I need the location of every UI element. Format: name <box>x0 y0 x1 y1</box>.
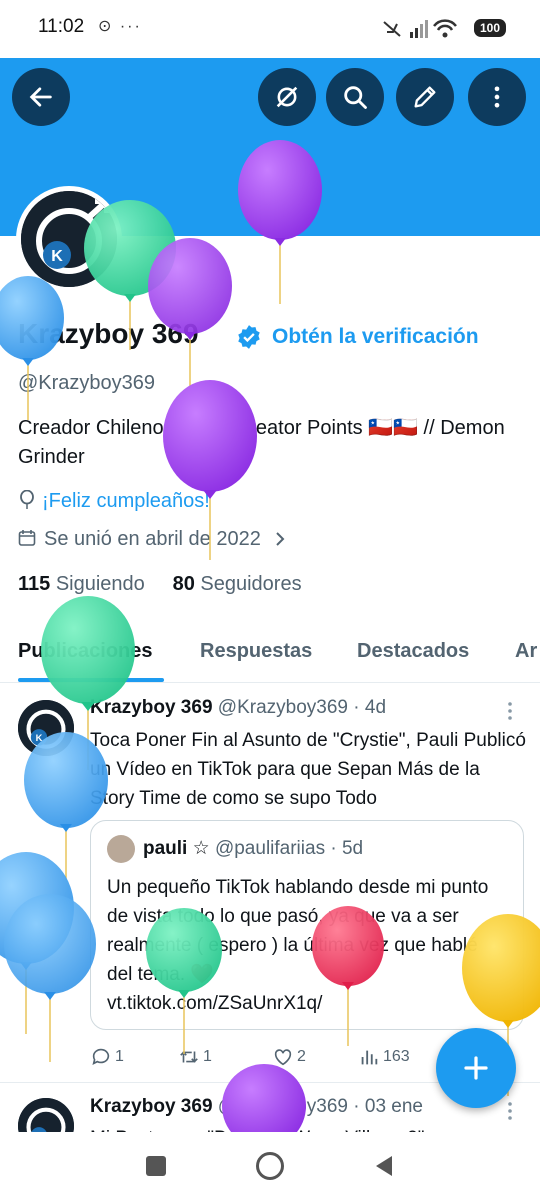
followers-link[interactable]: 80 Seguidores <box>173 573 302 595</box>
balloon-icon <box>4 894 96 1062</box>
home-button[interactable] <box>256 1152 284 1180</box>
balloon-icon <box>20 489 34 509</box>
chevron-right-icon <box>276 532 285 546</box>
signal-wifi-icons <box>383 19 457 38</box>
search-icon <box>344 86 367 109</box>
system-nav-bar <box>0 1132 540 1200</box>
avatar-logo-icon: K <box>21 191 117 287</box>
reply-count: 1 <box>115 1048 124 1065</box>
following-count: 115 <box>18 573 51 595</box>
edit-icon <box>414 86 436 108</box>
calendar-icon <box>18 530 36 546</box>
back-nav-icon[interactable] <box>372 1154 394 1178</box>
more-icon <box>494 86 500 108</box>
quote-meta: @paulifariias · 5d <box>214 838 364 859</box>
views-button[interactable]: 163 <box>358 1046 410 1068</box>
tab-publicaciones[interactable]: Publicaciones <box>18 640 153 663</box>
quoted-tweet[interactable]: pauli ☆ @paulifariias · 5d Un pequeño Ti… <box>90 820 524 1030</box>
profile-avatar[interactable]: K <box>16 186 122 292</box>
status-bar: 11:02 ⊙ ··· 100 <box>0 0 540 58</box>
quote-link[interactable]: vt.tiktok.com/ZSaUnrX1q/ <box>107 989 322 1018</box>
tweet-meta: @Krazyboy369 · 03 ene <box>217 1096 423 1117</box>
birthday-text: ¡Feliz cumpleaños! <box>42 490 210 512</box>
quote-author: pauli <box>143 838 188 859</box>
recents-button[interactable] <box>146 1156 166 1176</box>
birthday-row: ¡Feliz cumpleaños! <box>18 489 210 513</box>
tweet-author[interactable]: Krazyboy 369 <box>90 1096 213 1117</box>
like-count: 2 <box>297 1048 306 1065</box>
tab-respuestas[interactable]: Respuestas <box>200 640 312 663</box>
active-tab-indicator <box>18 678 164 682</box>
tweet-header: Krazyboy 369 @Krazyboy369 · 4d <box>90 697 386 719</box>
followers-count: 80 <box>172 573 195 595</box>
edit-button[interactable] <box>396 68 454 126</box>
tab-destacados[interactable]: Destacados <box>357 640 469 663</box>
followers-label: Seguidores <box>200 573 302 595</box>
tweet-more-icon[interactable] <box>504 1100 516 1122</box>
quote-avatar <box>107 835 135 863</box>
battery-indicator: 100 <box>473 19 506 37</box>
compose-button[interactable] <box>436 1028 516 1108</box>
status-notification-icons: ⊙ ··· <box>98 18 142 35</box>
profile-bio: Creador Chileno con 29 Creator Points 🇨🇱… <box>18 417 505 468</box>
svg-text:K: K <box>51 248 63 265</box>
tweet-author[interactable]: Krazyboy 369 <box>90 697 213 718</box>
reply-icon <box>92 1048 110 1065</box>
get-verified-link[interactable]: Obtén la verificación <box>272 325 479 349</box>
retweet-button[interactable]: 1 <box>178 1046 212 1068</box>
plus-icon <box>464 1056 488 1080</box>
views-icon <box>361 1050 378 1065</box>
profile-tabs: Publicaciones Respuestas Destacados Ar <box>0 630 540 683</box>
retweet-count: 1 <box>203 1048 212 1065</box>
tab-articulos[interactable]: Ar <box>515 640 537 663</box>
no-sync-icon <box>276 86 298 108</box>
tweet-text: Toca Poner Fin al Asunto de "Crystie", P… <box>90 730 526 809</box>
profile-name: Krazyboy 369 <box>18 318 199 349</box>
svg-text:K: K <box>36 733 43 743</box>
like-button[interactable]: 2 <box>272 1046 306 1068</box>
verified-badge-icon[interactable] <box>236 324 262 350</box>
search-button[interactable] <box>326 68 384 126</box>
follow-stats: 115 Siguiendo 80 Seguidores <box>18 573 302 596</box>
back-arrow-icon <box>29 87 52 107</box>
joined-row[interactable]: Se unió en abril de 2022 <box>18 528 286 551</box>
views-count: 163 <box>383 1048 410 1065</box>
quote-text: Un pequeño TikTok hablando desde mi punt… <box>107 877 489 985</box>
sync-button[interactable] <box>258 68 316 126</box>
following-link[interactable]: 115 Siguiendo <box>18 573 145 595</box>
reply-button[interactable]: 1 <box>90 1046 124 1068</box>
tweet-avatar[interactable]: K <box>18 700 74 756</box>
balloon-icon <box>0 852 74 1034</box>
quote-header: pauli ☆ @paulifariias · 5d <box>143 838 364 859</box>
more-button[interactable] <box>468 68 526 126</box>
retweet-icon <box>180 1051 198 1063</box>
status-time: 11:02 <box>38 16 85 37</box>
like-icon <box>274 1049 292 1066</box>
tweet-meta: @Krazyboy369 · 4d <box>217 697 387 718</box>
avatar-logo-icon: K <box>18 700 74 756</box>
tweet-more-icon[interactable] <box>504 700 516 722</box>
joined-text: Se unió en abril de 2022 <box>44 528 261 550</box>
profile-handle: @Krazyboy369 <box>18 372 156 394</box>
back-button[interactable] <box>12 68 70 126</box>
following-label: Siguiendo <box>55 573 145 595</box>
tweet-header: Krazyboy 369 @Krazyboy369 · 03 ene <box>90 1096 423 1118</box>
